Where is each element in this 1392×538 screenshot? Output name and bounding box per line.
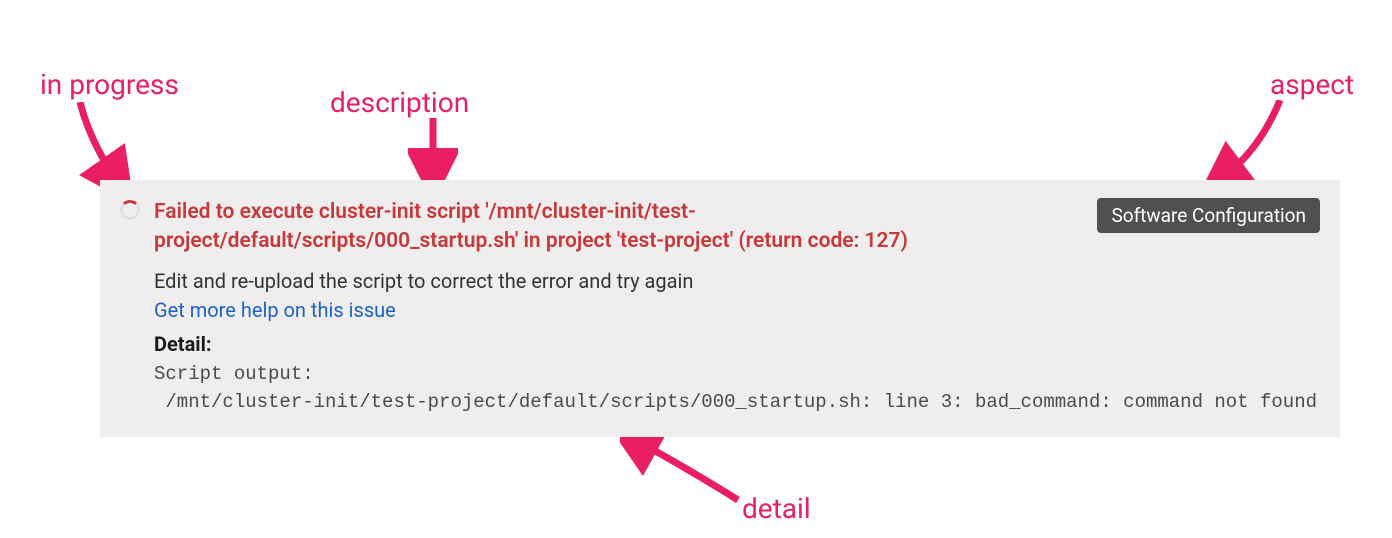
error-description: Failed to execute cluster-init script '/…: [154, 198, 1083, 257]
arrow-detail: [620, 430, 750, 510]
panel-header: Failed to execute cluster-init script '/…: [120, 198, 1320, 257]
annotation-in-progress: in progress: [40, 68, 179, 101]
help-link[interactable]: Get more help on this issue: [154, 298, 396, 322]
arrow-aspect: [1200, 100, 1290, 190]
annotation-description: description: [330, 86, 469, 119]
spinner-wrap: [120, 198, 140, 220]
arrow-in-progress: [70, 102, 140, 192]
description-column: Failed to execute cluster-init script '/…: [154, 198, 1083, 257]
spinner-icon: [120, 200, 140, 220]
aspect-badge: Software Configuration: [1097, 198, 1320, 233]
annotation-aspect: aspect: [1270, 68, 1354, 101]
recommendation-text: Edit and re-upload the script to correct…: [154, 267, 1320, 296]
detail-body: Script output: /mnt/cluster-init/test-pr…: [154, 360, 1320, 417]
arrow-description: [408, 118, 458, 188]
detail-label: Detail:: [154, 332, 1320, 356]
error-panel: Failed to execute cluster-init script '/…: [100, 180, 1340, 437]
annotation-detail: detail: [742, 492, 811, 525]
